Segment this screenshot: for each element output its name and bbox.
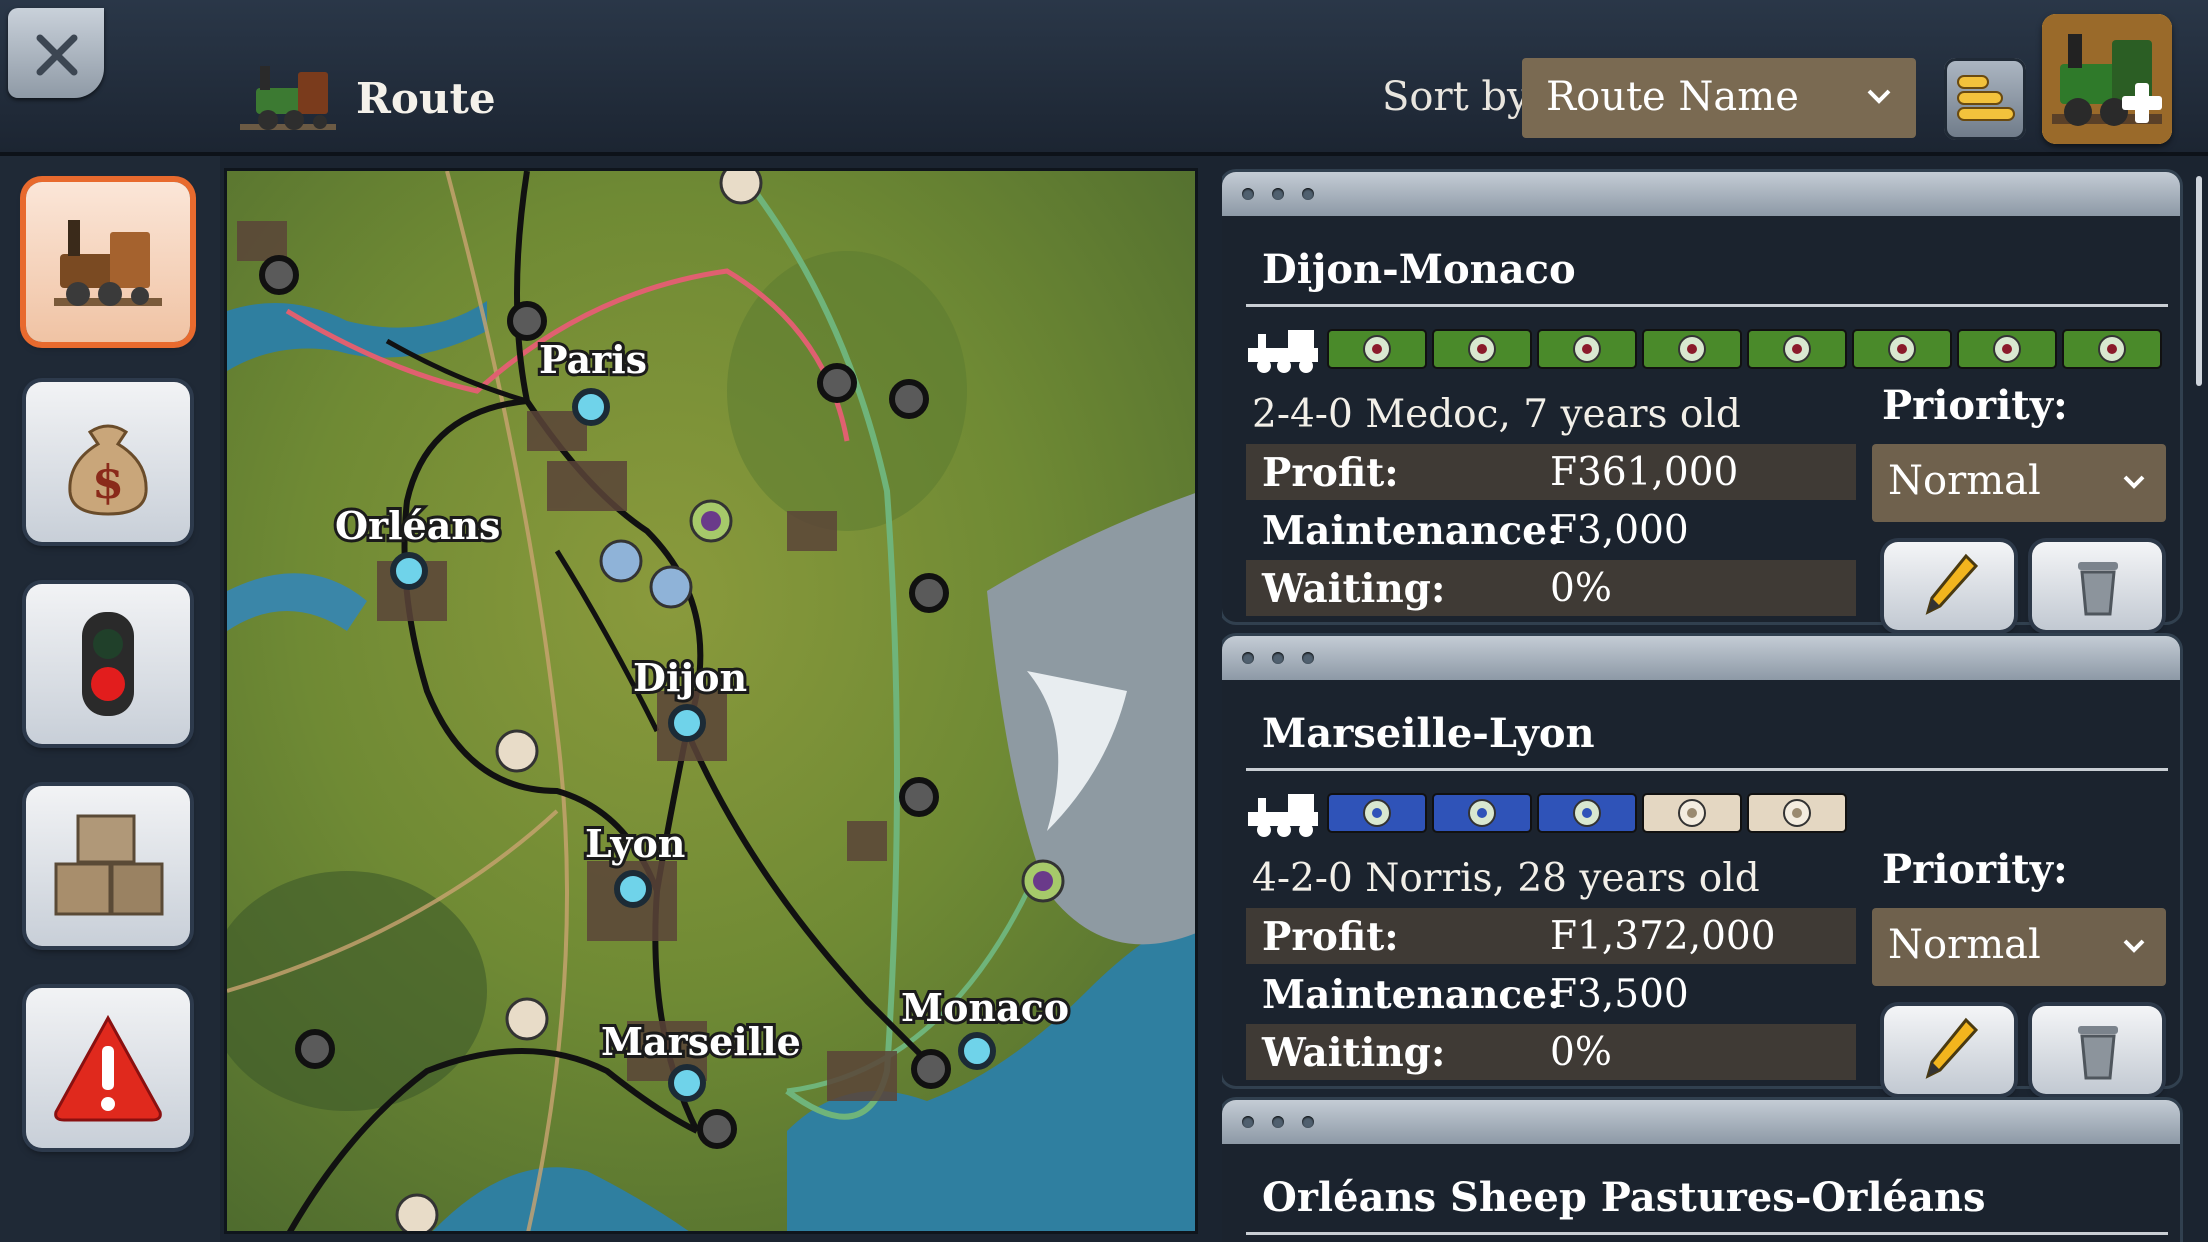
priority-label: Priority: bbox=[1882, 382, 2068, 429]
city-label-lyon: Lyon bbox=[585, 821, 685, 866]
wine-car bbox=[1642, 329, 1742, 369]
trash-icon bbox=[2078, 1026, 2118, 1080]
warning-icon bbox=[54, 1014, 162, 1122]
maintenance-value: F3,500 bbox=[1550, 972, 1689, 1017]
profit-value: F361,000 bbox=[1550, 450, 1739, 495]
wine-car bbox=[1537, 329, 1637, 369]
route-list[interactable]: Dijon-Monaco 2-4-0 Medoc, 7 years old Pr… bbox=[1222, 160, 2190, 1242]
wine-car bbox=[1852, 329, 1952, 369]
locomotive-icon bbox=[54, 220, 162, 306]
locomotive-description: 4-2-0 Norris, 28 years old bbox=[1252, 856, 1760, 901]
edit-route-button[interactable] bbox=[1884, 1006, 2014, 1094]
delete-route-button[interactable] bbox=[2032, 1006, 2162, 1094]
scrollbar[interactable] bbox=[2196, 176, 2202, 386]
wine-car bbox=[1957, 329, 2057, 369]
card-header bbox=[1222, 1100, 2180, 1144]
traffic-light-icon bbox=[82, 612, 134, 716]
route-name: Dijon-Monaco bbox=[1262, 246, 1576, 293]
route-name: Orléans Sheep Pastures-Orléans bbox=[1262, 1174, 1986, 1221]
pencil-icon bbox=[1925, 553, 1978, 615]
sidebar-item-trains[interactable] bbox=[26, 182, 190, 342]
locomotive-icon bbox=[1248, 794, 1318, 837]
train-consist[interactable] bbox=[1248, 788, 2168, 838]
delete-route-button[interactable] bbox=[2032, 542, 2162, 630]
add-train-icon bbox=[2042, 14, 2172, 144]
top-bar: Route Sort by: Route Name bbox=[0, 0, 2208, 156]
priority-value: Normal bbox=[1888, 458, 2041, 504]
city-label-dijon: Dijon bbox=[633, 655, 747, 700]
add-train-button[interactable] bbox=[2042, 14, 2172, 144]
waiting-value: 0% bbox=[1550, 1030, 1612, 1075]
sort-dropdown[interactable]: Route Name bbox=[1522, 58, 1916, 138]
route-name: Marseille-Lyon bbox=[1262, 710, 1595, 757]
locomotive-icon bbox=[1248, 330, 1318, 373]
locomotive-icon bbox=[240, 66, 336, 130]
profit-value: F1,372,000 bbox=[1550, 914, 1776, 959]
train-consist[interactable] bbox=[1248, 324, 2168, 374]
city-label-monaco: Monaco bbox=[901, 985, 1069, 1030]
priority-value: Normal bbox=[1888, 922, 2041, 968]
card-header bbox=[1222, 172, 2180, 216]
city-label-marseille: Marseille bbox=[601, 1019, 801, 1064]
wine-car bbox=[1432, 329, 1532, 369]
wine-car bbox=[1327, 329, 1427, 369]
route-card: Marseille-Lyon 4-2-0 Norris, 28 years ol… bbox=[1222, 636, 2180, 1094]
waiting-row: Waiting: 0% bbox=[1246, 560, 1856, 616]
route-card: Orléans Sheep Pastures-Orléans bbox=[1222, 1100, 2180, 1242]
locomotive-description: 2-4-0 Medoc, 7 years old bbox=[1252, 392, 1741, 437]
maintenance-row: Maintenance: F3,500 bbox=[1262, 972, 1689, 1018]
priority-dropdown[interactable]: Normal bbox=[1872, 444, 2166, 522]
profit-row: Profit: F361,000 bbox=[1246, 444, 1856, 500]
priority-label: Priority: bbox=[1882, 846, 2068, 893]
sidebar: $ bbox=[0, 156, 220, 1242]
card-header bbox=[1222, 636, 2180, 680]
city-label-paris: Paris bbox=[539, 337, 647, 382]
maintenance-row: Maintenance: F3,000 bbox=[1262, 508, 1689, 554]
mail-car bbox=[1747, 793, 1847, 833]
passengers-car bbox=[1432, 793, 1532, 833]
edit-route-button[interactable] bbox=[1884, 542, 2014, 630]
trash-icon bbox=[2078, 562, 2118, 616]
route-card: Dijon-Monaco 2-4-0 Medoc, 7 years old Pr… bbox=[1222, 172, 2180, 630]
svg-text:$: $ bbox=[92, 455, 124, 509]
maintenance-value: F3,000 bbox=[1550, 508, 1689, 553]
profit-row: Profit: F1,372,000 bbox=[1246, 908, 1856, 964]
money-bag-icon: $ bbox=[68, 424, 148, 516]
city-label-orleans: Orléans bbox=[335, 503, 500, 548]
sidebar-item-alerts[interactable] bbox=[26, 988, 190, 1148]
passengers-car bbox=[1537, 793, 1637, 833]
page-title: Route bbox=[356, 74, 496, 123]
route-map[interactable]: Paris Orléans Dijon Lyon Marseille Monac… bbox=[224, 168, 1198, 1234]
pencil-icon bbox=[1925, 1017, 1978, 1079]
wine-car bbox=[1747, 329, 1847, 369]
close-icon bbox=[36, 34, 78, 76]
waiting-value: 0% bbox=[1550, 566, 1612, 611]
sidebar-item-cargo[interactable] bbox=[26, 786, 190, 946]
wine-car bbox=[2062, 329, 2162, 369]
sort-value: Route Name bbox=[1546, 74, 1799, 120]
waiting-row: Waiting: 0% bbox=[1246, 1024, 1856, 1080]
sort-order-button[interactable] bbox=[1944, 58, 2026, 140]
crates-icon bbox=[54, 814, 164, 916]
sort-label: Sort by: bbox=[1382, 74, 1544, 120]
sort-order-icon bbox=[1957, 75, 2015, 121]
passengers-car bbox=[1327, 793, 1427, 833]
sidebar-item-finances[interactable]: $ bbox=[26, 382, 190, 542]
chevron-down-icon bbox=[2123, 475, 2145, 489]
chevron-down-icon bbox=[2123, 939, 2145, 953]
mail-car bbox=[1642, 793, 1742, 833]
close-button[interactable] bbox=[8, 8, 104, 98]
sidebar-item-signals[interactable] bbox=[26, 584, 190, 744]
priority-dropdown[interactable]: Normal bbox=[1872, 908, 2166, 986]
chevron-down-icon bbox=[1867, 89, 1891, 104]
